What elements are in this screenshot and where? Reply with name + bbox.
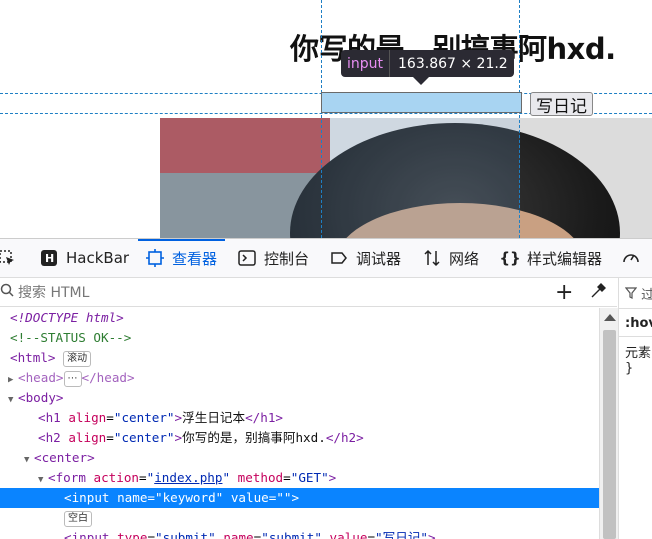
markup-line[interactable]: <h1 align="center">浮生日记本</h1> [0,408,599,428]
performance-icon [622,249,640,267]
search-input[interactable]: 搜索 HTML [18,282,89,302]
search-icon [0,283,14,301]
tab-label: 调试器 [356,249,402,268]
tab-hackbar[interactable]: H HackBar [40,239,129,277]
svg-text:H: H [45,252,54,265]
tab-network[interactable]: 网络 [423,239,479,277]
inspector-tooltip: input 163.867 × 21.2 [341,50,514,77]
style-editor-icon: {} [499,249,521,267]
html-search-bar[interactable]: 搜索 HTML + [0,278,617,307]
keyword-input[interactable] [321,92,522,113]
hackbar-icon: H [40,249,58,267]
scroll-up-icon[interactable] [604,314,616,321]
expand-triangle-icon[interactable]: ▶ [8,370,18,390]
filter-label[interactable]: 过 [641,288,652,303]
collapse-triangle-icon[interactable]: ▼ [38,470,48,490]
collapse-triangle-icon[interactable]: ▼ [24,450,34,470]
doctype-node: <!DOCTYPE html> [10,310,124,325]
form-method: GET [298,470,322,485]
debugger-icon [330,249,348,267]
element-rule-label: 元素 [625,346,652,361]
tab-performance[interactable] [622,239,648,277]
tab-label: 样式编辑器 [527,249,603,268]
markup-line[interactable]: 空白 [0,508,599,528]
tab-label: HackBar [66,249,130,267]
collapse-triangle-icon[interactable]: ▼ [8,390,18,410]
tooltip-dimensions: 163.867 × 21.2 [398,55,508,72]
scroll-badge[interactable]: 滚动 [63,350,92,367]
devtools-panel: H HackBar 查看器 控制台 调试器 网络 {} 样式编辑器 搜索 HTM… [0,238,652,539]
element-picker-icon [0,249,16,267]
inspector-icon [146,249,164,267]
tooltip-tag: input [347,55,384,72]
whitespace-badge[interactable]: 空白 [64,510,92,527]
h1-text: 浮生日记本 [182,410,246,425]
h2-text: 你写的是，别搞事阿hxd. [182,430,326,445]
eyedropper-button[interactable] [589,282,607,304]
console-icon [238,249,256,267]
submit-button[interactable]: 写日记 [530,92,593,117]
markup-line[interactable]: <!DOCTYPE html> [0,308,599,328]
markup-view: <!DOCTYPE html> <!--STATUS OK--> <html> … [0,308,599,539]
network-icon [423,249,441,267]
rules-side-panel: 过 :hov 元素 } [618,278,652,539]
markup-line[interactable]: <html> 滚动 [0,348,599,368]
hov-toggle[interactable]: :hov [625,316,652,331]
guide-line-left [321,0,322,238]
input-name-value: keyword [162,490,216,505]
element-picker-button[interactable] [0,239,24,277]
tooltip-arrow [413,77,429,85]
eyedropper-icon [591,283,606,298]
markup-line-selected[interactable]: <input name="keyword" value=""> [0,488,599,508]
collapsed-badge[interactable]: ⋯ [63,370,82,387]
add-node-button[interactable]: + [555,280,573,305]
form-action-link[interactable]: index.php [154,470,222,485]
comment-node: <!--STATUS OK--> [10,330,132,345]
devtools-tabbar: H HackBar 查看器 控制台 调试器 网络 {} 样式编辑器 [0,239,652,278]
page-viewport: 你写的是，别搞事阿hxd. 写日记 input 163.867 × 21.2 [0,0,652,238]
markup-line[interactable]: ▶ <head> ⋯ </head> [0,368,599,388]
filter-icon [624,287,641,303]
markup-line[interactable]: ▼ <body> [0,388,599,408]
tab-label: 网络 [449,249,480,268]
rule-close-brace: } [625,361,634,376]
tab-debugger[interactable]: 调试器 [330,239,401,277]
markup-line[interactable]: ▼ <center> [0,448,599,468]
highlight-overlay [160,118,520,238]
plus-icon: + [555,280,574,305]
markup-scrollbar[interactable] [599,308,619,539]
tab-inspector[interactable]: 查看器 [137,239,226,277]
guide-line-right [519,0,520,238]
markup-line[interactable]: <input type="submit" name="submit" value… [0,528,599,539]
scroll-thumb[interactable] [603,330,616,539]
tab-label: 控制台 [264,249,310,268]
tab-console[interactable]: 控制台 [238,239,309,277]
markup-line[interactable]: <h2 align="center">你写的是，别搞事阿hxd.</h2> [0,428,599,448]
markup-line[interactable]: ▼ <form action="index.php" method="GET"> [0,468,599,488]
tab-style-editor[interactable]: {} 样式编辑器 [499,239,603,277]
tab-label: 查看器 [172,249,218,268]
markup-line[interactable]: <!--STATUS OK--> [0,328,599,348]
